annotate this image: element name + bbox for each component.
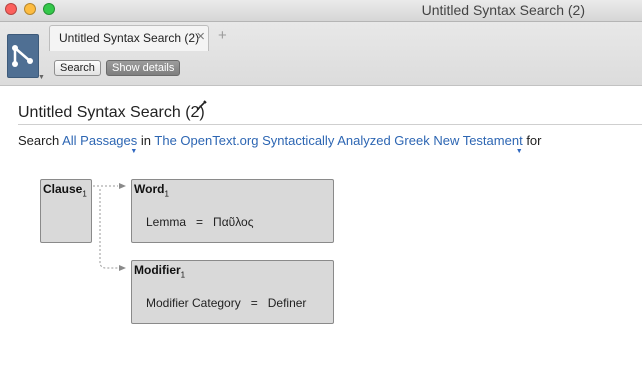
modifier-criterion[interactable]: Modifier Category = Definer	[146, 296, 306, 310]
modifier-node[interactable]: Modifier1 Modifier Category = Definer	[131, 260, 334, 324]
criterion-operator: =	[196, 215, 204, 229]
modifier-label: Modifier	[134, 263, 181, 277]
clause-index: 1	[82, 189, 87, 199]
criterion-field: Modifier Category	[146, 296, 241, 310]
arrowhead-icon	[119, 183, 126, 189]
arrowhead-icon	[119, 265, 126, 271]
word-node-title: Word1	[134, 182, 169, 198]
criterion-operator: =	[250, 296, 258, 310]
clause-node-title: Clause1	[43, 182, 87, 198]
word-index: 1	[164, 189, 169, 199]
modifier-index: 1	[180, 270, 186, 280]
word-criterion[interactable]: Lemma = Παῦλος	[146, 215, 253, 229]
clause-label: Clause	[43, 182, 83, 196]
word-label: Word	[134, 182, 165, 196]
criterion-value: Παῦλος	[213, 215, 254, 229]
criterion-field: Lemma	[146, 215, 187, 229]
modifier-node-title: Modifier1	[134, 263, 185, 279]
word-node[interactable]: Word1 Lemma = Παῦλος	[131, 179, 334, 243]
clause-node[interactable]: Clause1	[40, 179, 92, 243]
criterion-value: Definer	[267, 296, 307, 310]
